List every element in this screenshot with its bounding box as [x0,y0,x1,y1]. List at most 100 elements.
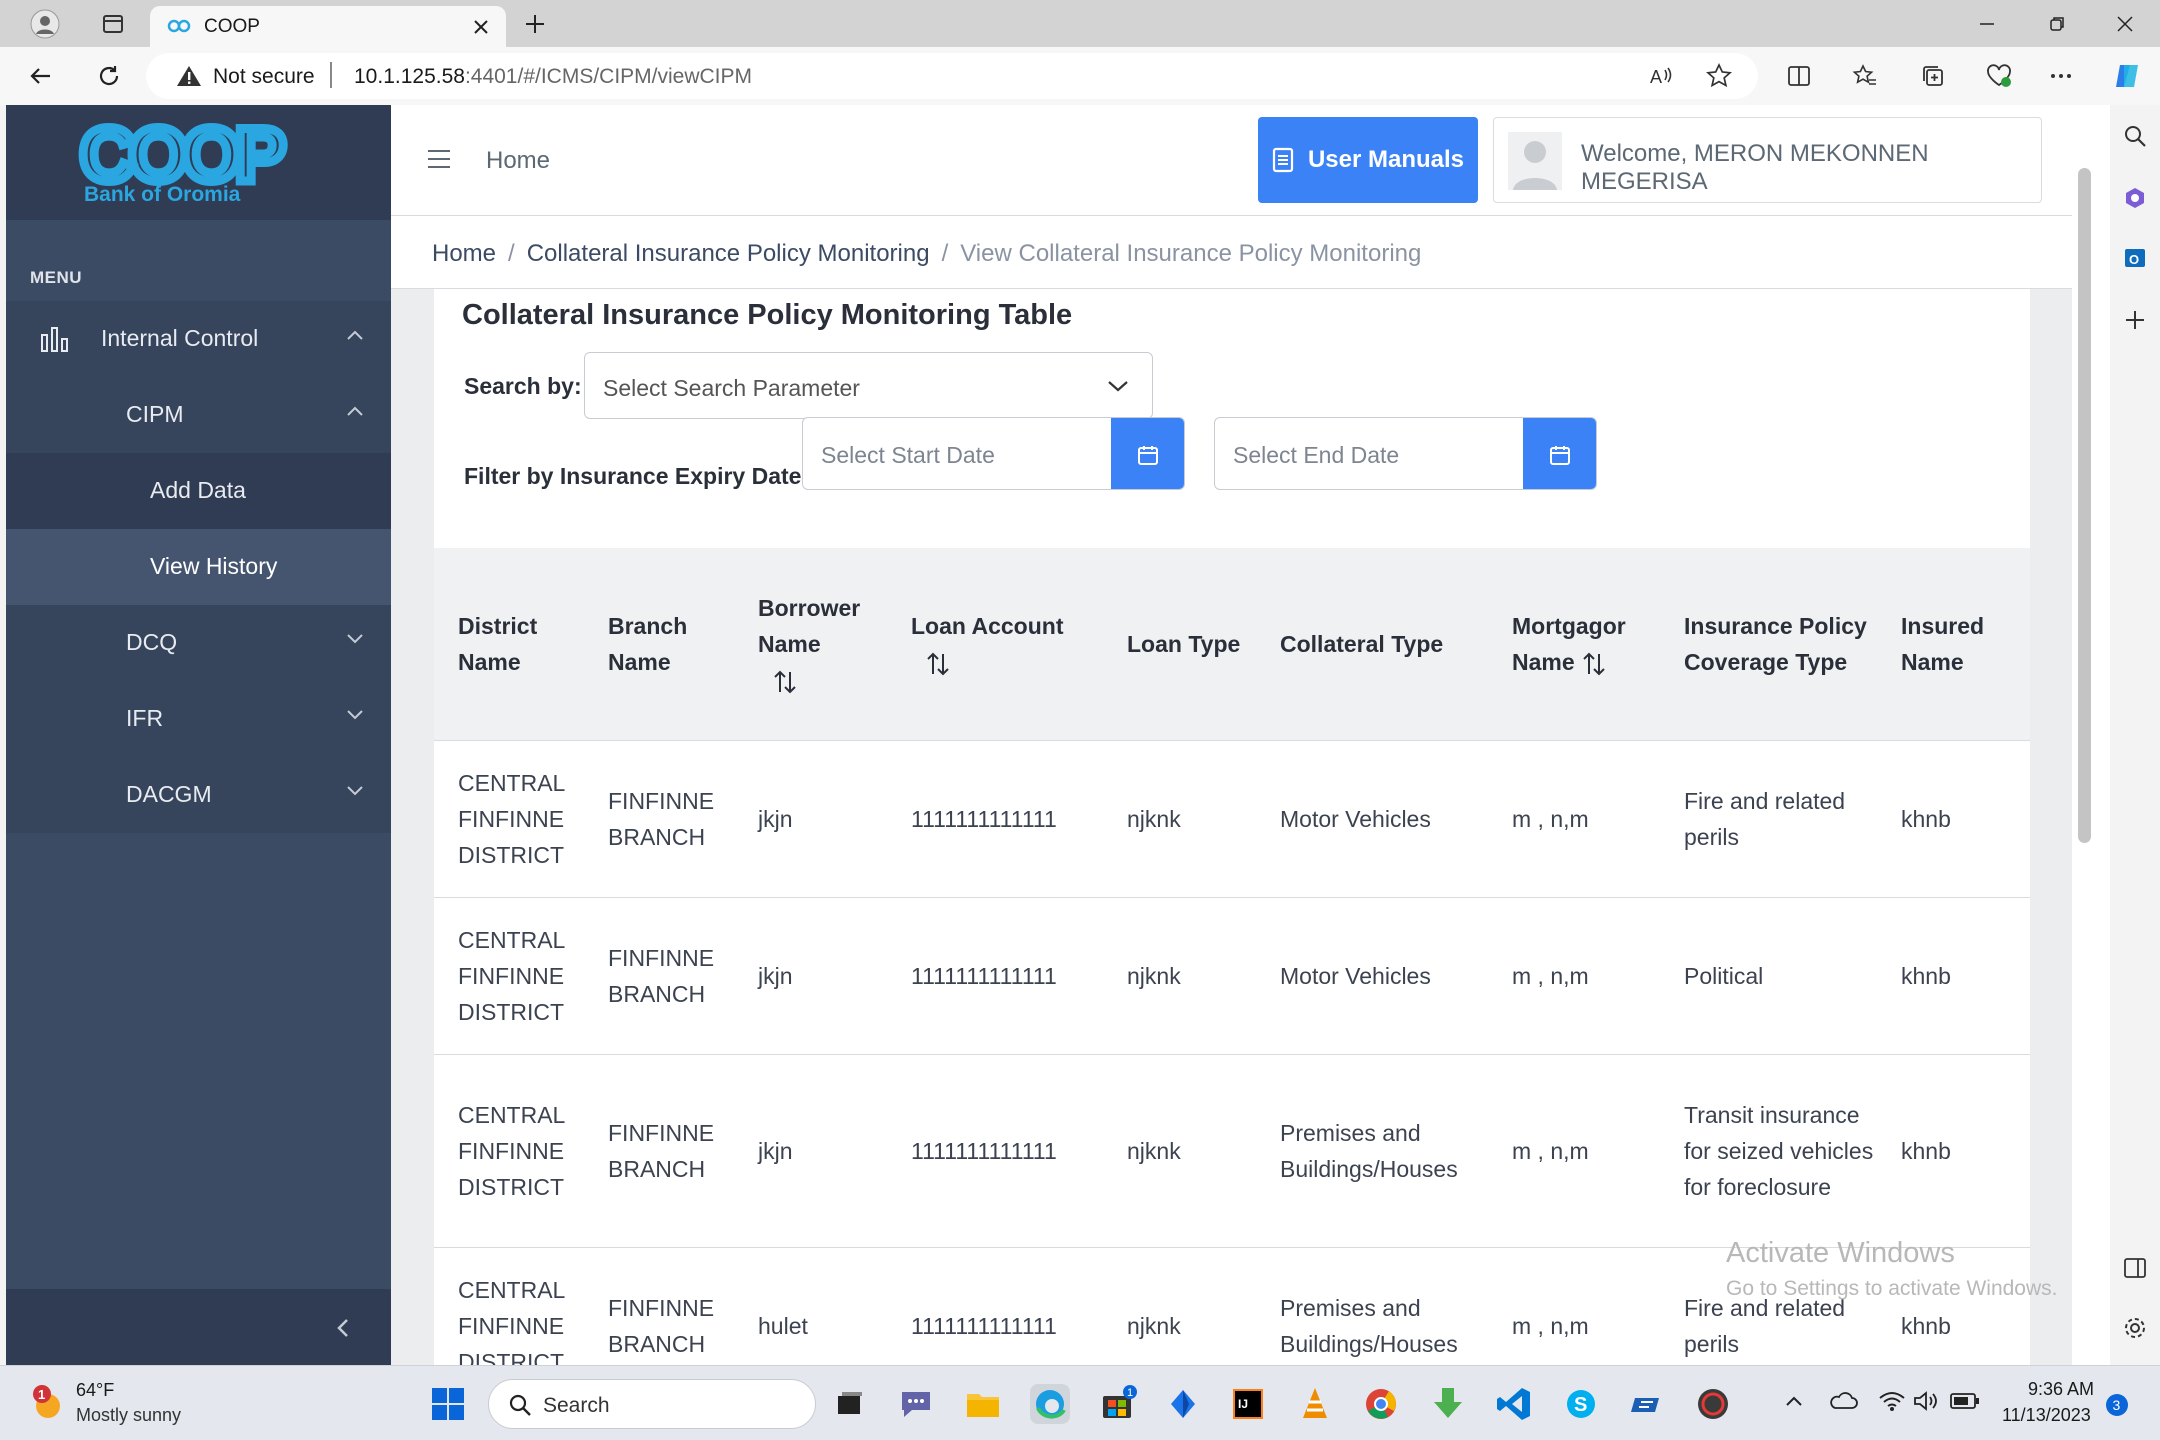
header-home-link[interactable]: Home [486,147,550,175]
chevron-up-icon[interactable] [1784,1394,1804,1408]
vlc-icon[interactable] [1295,1384,1335,1424]
search-parameter-select[interactable]: Select Search Parameter [584,352,1153,419]
sidebar-item-add-data[interactable]: Add Data [6,453,391,529]
chrome-icon[interactable] [1361,1384,1401,1424]
sidebar-collapse-button[interactable] [6,1289,391,1365]
browser-essentials-icon[interactable] [1982,59,2016,93]
column-header-coverage-type[interactable]: Insurance Policy Coverage Type [1660,548,1877,740]
skype-icon[interactable]: S [1561,1384,1601,1424]
url-text[interactable]: 10.1.125.58:4401/#/ICMS/CIPM/viewCIPM [354,65,752,89]
tab-title: COOP [204,16,260,37]
cell-loan-type: njknk [1103,1053,1256,1247]
sidebar-item-cipm[interactable]: CIPM [6,377,391,453]
more-options-icon[interactable] [2044,59,2078,93]
table-row[interactable]: CENTRAL FINFINNE DISTRICT FINFINNE BRANC… [434,739,2030,897]
intellij-icon[interactable]: IJ [1228,1384,1268,1424]
column-header-mortgagor[interactable]: Mortgagor Name [1488,548,1660,740]
column-header-borrower[interactable]: Borrower Name [734,548,887,740]
calendar-icon[interactable] [1523,418,1596,489]
collections-icon[interactable] [1916,59,1950,93]
table-row[interactable]: CENTRAL FINFINNE DISTRICT FINFINNE BRANC… [434,896,2030,1054]
clock-time[interactable]: 9:36 AM [2028,1379,2094,1400]
onedrive-cloud-icon[interactable] [1828,1390,1858,1412]
favorite-star-icon[interactable] [1702,59,1736,93]
user-profile-box[interactable]: Welcome, MERON MEKONNEN MEGERISA [1493,117,2042,203]
start-date-field[interactable]: Select Start Date [802,417,1185,490]
restore-icon[interactable] [2040,7,2074,41]
column-header-district[interactable]: District Name [434,548,584,740]
sidebar-item-dcq[interactable]: DCQ [6,605,391,681]
sidebar-item-dacgm[interactable]: DACGM [6,757,391,833]
sidebar-item-view-history[interactable]: View History [6,529,391,605]
tab-actions-icon[interactable] [96,7,130,41]
sort-icon[interactable] [772,669,798,695]
column-header-loan-account[interactable]: Loan Account [887,548,1103,740]
app-header: Home User Manuals Welcome, MERON MEKONNE… [391,105,2072,216]
read-aloud-icon[interactable]: A [1644,59,1678,93]
breadcrumb-cipm[interactable]: Collateral Insurance Policy Monitoring [527,240,930,267]
profile-icon[interactable] [28,7,62,41]
breadcrumb-home[interactable]: Home [432,240,496,267]
file-explorer-icon[interactable] [963,1384,1003,1424]
sort-icon[interactable] [1581,651,1607,677]
close-window-icon[interactable] [2108,7,2142,41]
chevron-up-icon [346,329,364,341]
sort-icon[interactable] [925,651,951,677]
logo[interactable]: COOP Bank of Oromia [6,105,391,220]
calendar-icon[interactable] [1111,418,1184,489]
search-icon [507,1392,533,1418]
app-link-icon[interactable] [1627,1384,1667,1424]
split-screen-icon[interactable] [1782,59,1816,93]
tab-coop[interactable]: COOP [150,6,506,47]
notification-count: 3 [2113,1397,2121,1413]
warning-icon[interactable] [176,64,202,88]
wifi-icon[interactable] [1878,1390,1906,1412]
new-tab-icon[interactable] [518,7,552,41]
notification-badge-icon[interactable]: 3 [2104,1392,2130,1418]
task-view-icon[interactable] [830,1384,870,1424]
weather-temp[interactable]: 64°F [76,1380,114,1401]
weather-sun-icon[interactable]: 1 [28,1384,68,1424]
store-icon[interactable]: 1 [1097,1384,1137,1424]
battery-icon[interactable] [1950,1392,1980,1410]
search-icon[interactable] [2122,123,2148,149]
table-row[interactable]: CENTRAL FINFINNE DISTRICT FINFINNE BRANC… [434,1053,2030,1247]
wpm-app-icon[interactable] [1693,1384,1733,1424]
security-label[interactable]: Not secure [213,65,315,89]
weather-desc[interactable]: Mostly sunny [76,1405,181,1426]
back-icon[interactable] [24,59,58,93]
logo-tagline: Bank of Oromia [84,183,241,206]
end-date-field[interactable]: Select End Date [1214,417,1597,490]
refresh-icon[interactable] [92,59,126,93]
cell-district: CENTRAL FINFINNE DISTRICT [434,1053,584,1247]
settings-gear-icon[interactable] [2122,1315,2148,1341]
vscode-icon[interactable] [1494,1384,1534,1424]
teams-chat-icon[interactable] [896,1384,936,1424]
taskbar-search[interactable]: Search [488,1379,816,1429]
column-header-collateral-type[interactable]: Collateral Type [1256,548,1488,740]
close-tab-icon[interactable] [472,18,490,36]
column-header-branch[interactable]: Branch Name [584,548,734,740]
add-panel-icon[interactable] [2122,307,2148,333]
sidebar-toggle-icon[interactable] [2122,1255,2148,1281]
column-header-insured-name[interactable]: Insured Name [1877,548,2030,740]
download-app-icon[interactable] [1428,1384,1468,1424]
sidebar-item-internal-control[interactable]: Internal Control [6,301,391,377]
windows-start-icon[interactable] [428,1384,468,1424]
outlook-icon[interactable]: O [2122,245,2148,271]
volume-icon[interactable] [1912,1390,1940,1412]
user-manuals-button[interactable]: User Manuals [1258,117,1478,203]
hamburger-menu-icon[interactable] [427,149,451,169]
clock-date[interactable]: 11/13/2023 [2002,1405,2091,1426]
scrollbar-thumb[interactable] [2078,168,2091,843]
cell-collateral-type: Premises and Buildings/Houses [1256,1053,1488,1247]
copilot-icon[interactable] [2110,59,2144,93]
minimize-icon[interactable] [1970,7,2004,41]
shopping-icon[interactable] [2122,185,2148,211]
favorites-icon[interactable] [1848,59,1882,93]
column-header-loan-type[interactable]: Loan Type [1103,548,1256,740]
sidebar-item-ifr[interactable]: IFR [6,681,391,757]
activation-watermark-title: Activate Windows [1726,1237,1955,1269]
edge-browser-icon[interactable] [1030,1384,1070,1424]
app-diamond-icon[interactable] [1163,1384,1203,1424]
